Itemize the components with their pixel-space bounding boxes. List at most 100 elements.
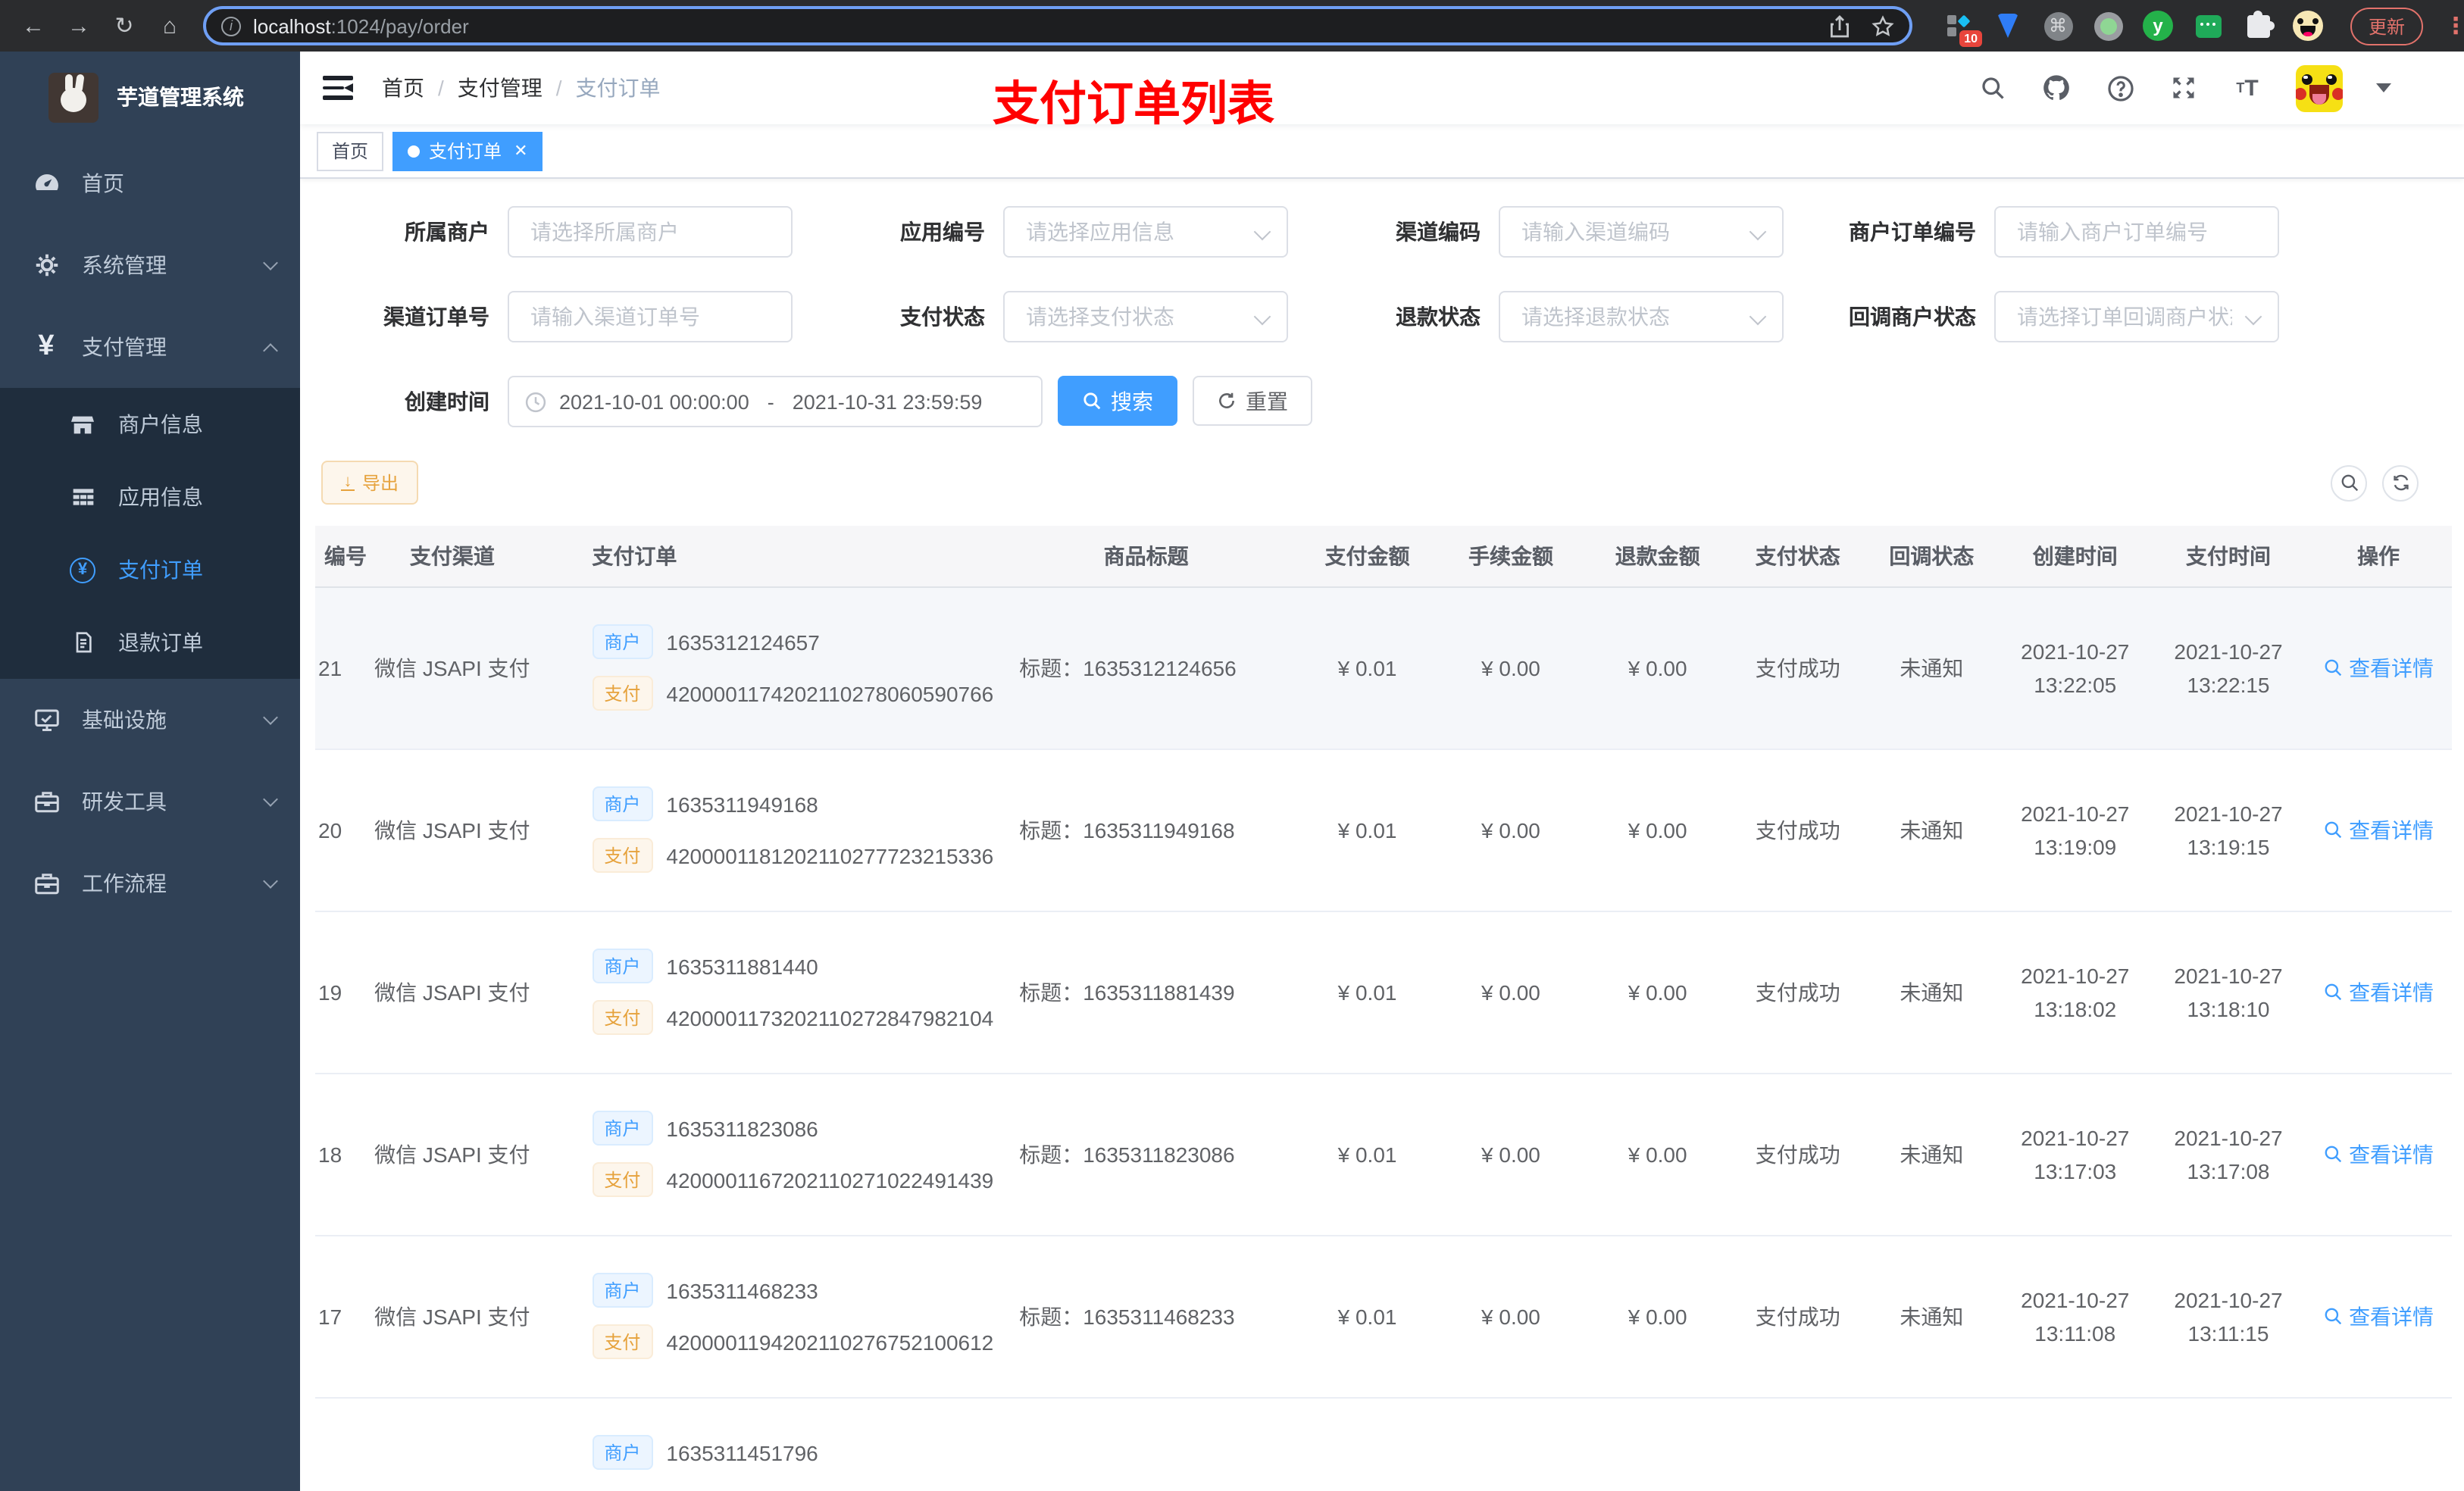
table-row: 20 微信 JSAPI 支付 商户 1635311949168 支付 42000… xyxy=(315,749,2452,911)
extension-pin-icon[interactable] xyxy=(1993,11,2023,41)
chevron-down-icon xyxy=(263,791,278,806)
sidebar-item-system[interactable]: 系统管理 xyxy=(0,224,300,306)
notify-status-filter[interactable] xyxy=(1994,291,2279,342)
extension-command-icon[interactable]: ⌘ xyxy=(2043,11,2073,41)
sidebar-item-infra[interactable]: 基础设施 xyxy=(0,679,300,761)
browser-reload-icon[interactable]: ↻ xyxy=(106,8,142,44)
cell-action: 查看详情 xyxy=(2305,1073,2452,1236)
reset-button[interactable]: 重置 xyxy=(1193,376,1312,426)
search-icon xyxy=(1083,392,1101,410)
merchant-filter-input[interactable] xyxy=(508,206,793,258)
cell-paid: 2021-10-27 13:19:15 xyxy=(2151,749,2306,911)
sidebar-item-merchant-info[interactable]: 商户信息 xyxy=(0,388,300,461)
notify-status-select[interactable] xyxy=(1994,291,2279,342)
cell-fee xyxy=(1437,1397,1584,1491)
view-detail-link[interactable]: 查看详情 xyxy=(2323,1139,2434,1169)
site-info-icon[interactable]: i xyxy=(221,16,241,36)
create-time-range-picker[interactable]: 2021-10-01 00:00:00 - 2021-10-31 23:59:5… xyxy=(508,376,1043,427)
refresh-button[interactable] xyxy=(2382,464,2419,501)
filter-label: 商户订单编号 xyxy=(1849,220,1976,244)
cell-created: 2021-10-27 13:18:02 xyxy=(1998,911,2152,1074)
pay-submenu: 商户信息 应用信息 ¥ 支付订单 退款订单 xyxy=(0,388,300,679)
tab-pay-order[interactable]: 支付订单 ✕ xyxy=(392,131,543,170)
cell-action xyxy=(2305,1397,2452,1491)
breadcrumb-section[interactable]: 支付管理 xyxy=(458,73,543,103)
extensions-puzzle-icon[interactable] xyxy=(2243,10,2274,41)
cell-pay-order: 商户 1635311949168 支付 42000011812021102777… xyxy=(537,749,996,911)
tab-home[interactable]: 首页 xyxy=(317,131,384,170)
pay-tag: 支付 xyxy=(592,676,653,711)
cell-id: 21 xyxy=(315,586,367,749)
profile-emoji-icon[interactable] xyxy=(2293,11,2323,41)
column-header: 支付时间 xyxy=(2151,526,2306,587)
sidebar-item-dev-tools[interactable]: 研发工具 xyxy=(0,761,300,842)
channel-code-filter-select[interactable] xyxy=(1499,206,1784,258)
channel-order-no-input[interactable] xyxy=(508,291,793,342)
bookmark-star-icon[interactable] xyxy=(1871,14,1894,37)
date-end[interactable]: 2021-10-31 23:59:59 xyxy=(793,390,983,413)
cell-notify: 未通知 xyxy=(1865,749,1999,911)
browser-back-icon[interactable]: ← xyxy=(15,8,52,44)
app-no-filter-select[interactable] xyxy=(1003,206,1288,258)
merchant-order-no-input[interactable] xyxy=(1994,206,2279,258)
close-icon[interactable]: ✕ xyxy=(514,141,527,161)
sidebar-item-home[interactable]: 首页 xyxy=(0,142,300,224)
channel-pay-no: 4200001181202110277723215336 xyxy=(666,843,994,867)
search-button[interactable]: 搜索 xyxy=(1058,376,1177,426)
sidebar-item-refund-order[interactable]: 退款订单 xyxy=(0,606,300,679)
merchant-filter[interactable] xyxy=(508,206,793,258)
app-no-filter[interactable] xyxy=(1003,206,1288,258)
sidebar-collapse-icon[interactable] xyxy=(323,76,353,100)
avatar[interactable] xyxy=(2296,64,2343,111)
refund-status-filter[interactable] xyxy=(1499,291,1784,342)
sidebar-item-workflow[interactable]: 工作流程 xyxy=(0,842,300,924)
cell-fee: ¥ 0.00 xyxy=(1437,1073,1584,1236)
browser-update-button[interactable]: 更新 xyxy=(2350,7,2424,45)
merchant-order-no-filter[interactable] xyxy=(1994,206,2279,258)
cell-status xyxy=(1731,1397,1865,1491)
view-detail-link[interactable]: 查看详情 xyxy=(2323,814,2434,845)
extension-chat-icon[interactable] xyxy=(2193,11,2223,41)
date-start[interactable]: 2021-10-01 00:00:00 xyxy=(559,390,749,413)
sidebar-item-pay-order[interactable]: ¥ 支付订单 xyxy=(0,533,300,606)
github-icon[interactable] xyxy=(2041,73,2072,103)
sidebar-item-pay[interactable]: ¥ 支付管理 xyxy=(0,306,300,388)
search-icon xyxy=(2325,1308,2342,1325)
search-icon[interactable] xyxy=(1978,73,2008,103)
breadcrumb-home[interactable]: 首页 xyxy=(382,73,424,103)
channel-order-no-filter[interactable] xyxy=(508,291,793,342)
url-text[interactable]: localhost:1024/pay/order xyxy=(253,14,1817,37)
chevron-down-icon[interactable] xyxy=(2376,83,2391,92)
share-icon[interactable] xyxy=(1829,14,1850,37)
column-header: 支付金额 xyxy=(1297,526,1438,587)
fullscreen-icon[interactable] xyxy=(2169,73,2199,103)
search-icon xyxy=(2325,659,2342,677)
merchant-order-no: 1635311881440 xyxy=(666,954,818,978)
address-bar[interactable]: i localhost:1024/pay/order xyxy=(203,6,1912,45)
filter-label: 退款状态 xyxy=(1396,305,1481,329)
extension-y-icon[interactable]: y xyxy=(2143,11,2173,41)
table-row: 21 微信 JSAPI 支付 商户 1635312124657 支付 42000… xyxy=(315,586,2452,749)
view-detail-link[interactable]: 查看详情 xyxy=(2323,652,2434,683)
sidebar-item-app-info[interactable]: 应用信息 xyxy=(0,461,300,533)
toggle-search-button[interactable] xyxy=(2331,464,2367,501)
view-detail-link[interactable]: 查看详情 xyxy=(2323,1301,2434,1331)
browser-forward-icon[interactable]: → xyxy=(61,8,97,44)
cell-action: 查看详情 xyxy=(2305,1235,2452,1398)
help-icon[interactable] xyxy=(2105,73,2135,103)
chevron-down-icon xyxy=(263,873,278,888)
pay-status-select[interactable] xyxy=(1003,291,1288,342)
browser-menu-icon[interactable]: ⋮ xyxy=(2444,12,2464,39)
channel-code-filter[interactable] xyxy=(1499,206,1784,258)
browser-home-icon[interactable]: ⌂ xyxy=(152,8,188,44)
sidebar-item-label: 首页 xyxy=(82,171,124,195)
sidebar-item-label: 研发工具 xyxy=(82,789,167,814)
extension-grid-icon[interactable]: 10 xyxy=(1943,11,1982,47)
view-detail-link[interactable]: 查看详情 xyxy=(2323,977,2434,1007)
sidebar-item-label: 支付管理 xyxy=(82,335,167,359)
export-button[interactable]: ↓ 导出 xyxy=(321,461,419,505)
font-size-icon[interactable]: TT xyxy=(2232,73,2262,103)
pay-status-filter[interactable] xyxy=(1003,291,1288,342)
refund-status-select[interactable] xyxy=(1499,291,1784,342)
extension-dot-icon[interactable] xyxy=(2093,11,2123,41)
